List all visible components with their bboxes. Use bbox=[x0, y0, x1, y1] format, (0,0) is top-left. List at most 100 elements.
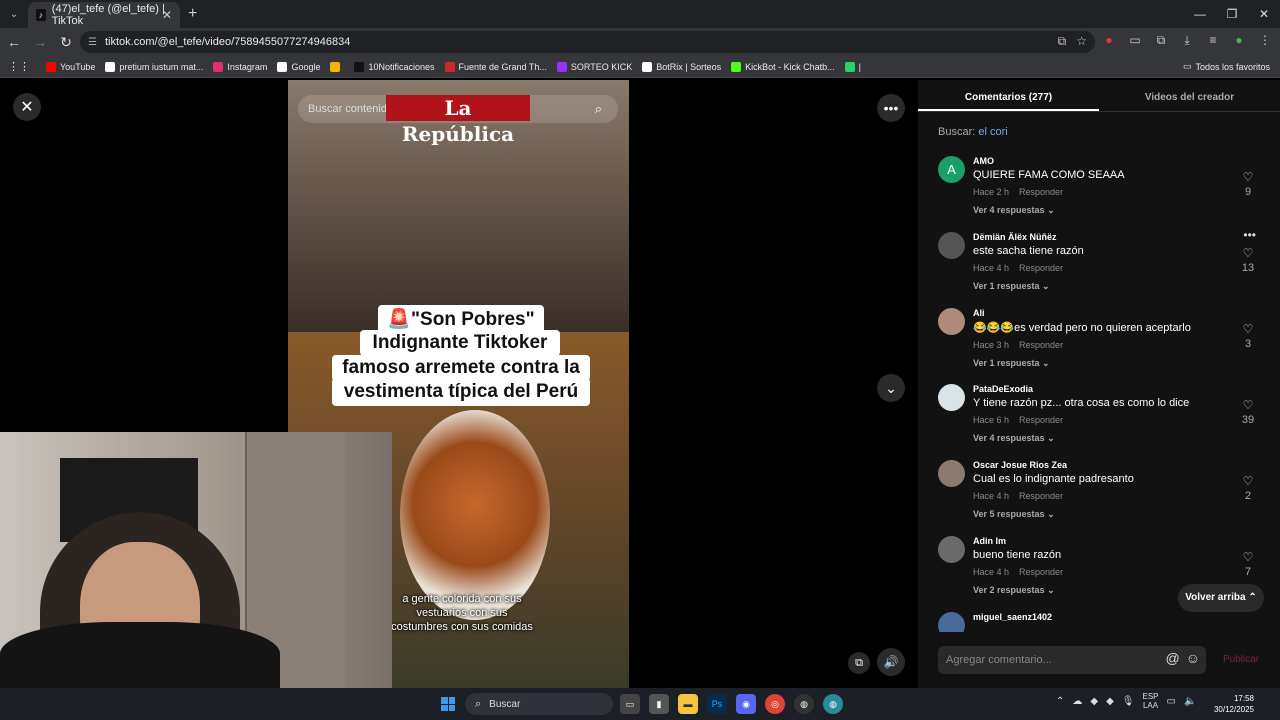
back-icon[interactable]: ← bbox=[2, 34, 26, 50]
network-icon[interactable]: ▭ bbox=[1167, 696, 1176, 707]
like-heart-icon[interactable]: ♡ bbox=[1240, 474, 1256, 488]
avatar[interactable] bbox=[938, 384, 965, 411]
onedrive-icon[interactable]: ☁ bbox=[1072, 696, 1082, 707]
clock[interactable]: 17:58 30/12/2025 bbox=[1214, 693, 1254, 715]
new-tab-icon[interactable]: + bbox=[188, 5, 197, 23]
restore-icon[interactable]: ❐ bbox=[1216, 0, 1248, 28]
search-term[interactable]: el cori bbox=[978, 126, 1007, 138]
comment-username[interactable]: PataDeExodia bbox=[973, 380, 1280, 394]
view-replies-button[interactable]: Ver 1 respuesta ⌄ bbox=[973, 281, 1280, 292]
like-heart-icon[interactable]: ♡ bbox=[1240, 398, 1256, 412]
volume-button[interactable]: 🔊 bbox=[877, 648, 905, 676]
tab-search-icon[interactable]: ⌄ bbox=[0, 0, 28, 28]
extension-red-icon[interactable]: ● bbox=[1100, 33, 1118, 48]
reply-button[interactable]: Responder bbox=[1019, 263, 1063, 273]
comment-options-icon[interactable]: ••• bbox=[1243, 228, 1256, 242]
avatar[interactable] bbox=[938, 232, 965, 259]
globe-app-icon[interactable]: ◍ bbox=[823, 694, 843, 714]
more-options-button[interactable]: ••• bbox=[877, 94, 905, 122]
next-video-button[interactable]: ⌄ bbox=[877, 374, 905, 402]
bookmark-item[interactable]: KickBot - Kick Chatb... bbox=[731, 61, 835, 72]
like-heart-icon[interactable]: ♡ bbox=[1240, 170, 1256, 184]
bookmark-item[interactable] bbox=[330, 61, 344, 72]
download-icon[interactable]: ⤓ bbox=[1178, 33, 1196, 48]
file-explorer-icon[interactable]: ▬ bbox=[678, 694, 698, 714]
pip-button[interactable]: ⧉ bbox=[848, 652, 870, 674]
comment-input[interactable]: Agregar comentario... @ ☺ bbox=[938, 646, 1206, 674]
tray-app2-icon[interactable]: ◆ bbox=[1106, 696, 1114, 707]
avatar[interactable] bbox=[938, 536, 965, 563]
back-to-top-button[interactable]: Volver arriba ⌃ bbox=[1178, 584, 1264, 612]
bookmark-item[interactable]: SORTEO KICK bbox=[556, 61, 632, 72]
folder-icon: ▭ bbox=[1182, 61, 1192, 71]
like-heart-icon[interactable]: ♡ bbox=[1240, 550, 1256, 564]
photoshop-icon[interactable]: Ps bbox=[707, 694, 727, 714]
tray-chevron-icon[interactable]: ⌃ bbox=[1056, 696, 1064, 707]
tray-app-icon[interactable]: ◆ bbox=[1090, 696, 1098, 707]
minimize-icon[interactable]: — bbox=[1184, 0, 1216, 28]
close-video-button[interactable]: ✕ bbox=[13, 93, 41, 121]
bookmark-item[interactable]: YouTube bbox=[46, 61, 95, 72]
view-replies-button[interactable]: Ver 5 respuestas ⌄ bbox=[973, 509, 1280, 520]
bookmark-item[interactable]: Google bbox=[277, 61, 320, 72]
tab-comments[interactable]: Comentarios (277) bbox=[918, 80, 1099, 111]
bookmark-item[interactable]: 10Notificaciones bbox=[354, 61, 435, 72]
taskbar-search[interactable]: ⌕ Buscar bbox=[465, 693, 613, 715]
reply-button[interactable]: Responder bbox=[1019, 187, 1063, 197]
chrome-icon[interactable]: ◎ bbox=[765, 694, 785, 714]
tab-creator-videos[interactable]: Videos del creador bbox=[1099, 80, 1280, 111]
close-tab-icon[interactable]: ✕ bbox=[162, 8, 172, 22]
avatar[interactable] bbox=[938, 612, 965, 632]
bookmark-item[interactable]: Fuente de Grand Th... bbox=[444, 61, 547, 72]
forward-icon[interactable]: → bbox=[28, 34, 52, 50]
task-view-icon[interactable]: ▭ bbox=[620, 694, 640, 714]
media-control-icon[interactable]: ≡ bbox=[1204, 33, 1222, 48]
reply-button[interactable]: Responder bbox=[1019, 340, 1063, 350]
reload-icon[interactable]: ↻ bbox=[54, 34, 78, 51]
close-window-icon[interactable]: ✕ bbox=[1248, 0, 1280, 28]
windows-start-icon[interactable] bbox=[441, 697, 455, 711]
avatar[interactable] bbox=[938, 308, 965, 335]
bookmark-item[interactable]: Instagram bbox=[213, 61, 267, 72]
like-heart-icon[interactable]: ♡ bbox=[1240, 322, 1256, 336]
extension-card-icon[interactable]: ▭ bbox=[1126, 33, 1144, 48]
reply-button[interactable]: Responder bbox=[1019, 415, 1063, 425]
url-field[interactable]: ☰ tiktok.com/@el_tefe/video/758945507727… bbox=[80, 31, 1095, 53]
view-replies-button[interactable]: Ver 4 respuestas ⌄ bbox=[973, 433, 1280, 444]
all-bookmarks[interactable]: ▭ Todos los favoritos bbox=[1183, 61, 1270, 72]
site-info-icon[interactable]: ☰ bbox=[88, 37, 97, 48]
reply-button[interactable]: Responder bbox=[1019, 567, 1063, 577]
publish-button[interactable]: Publicar bbox=[1223, 654, 1259, 665]
profile-avatar-icon[interactable]: ● bbox=[1230, 33, 1248, 48]
comment-username[interactable]: Adin lm bbox=[973, 532, 1280, 546]
obs-icon[interactable]: ◍ bbox=[794, 694, 814, 714]
search-icon[interactable]: ⌕ bbox=[595, 101, 602, 117]
comment-username[interactable]: Ali bbox=[973, 304, 1280, 318]
like-heart-icon[interactable]: ♡ bbox=[1240, 246, 1256, 260]
bookmark-star-icon[interactable]: ☆ bbox=[1076, 34, 1087, 49]
view-replies-button[interactable]: Ver 4 respuestas ⌄ bbox=[973, 205, 1280, 216]
apps-grid-icon[interactable]: ⋮⋮ bbox=[8, 60, 30, 73]
mention-icon[interactable]: @ bbox=[1165, 650, 1179, 666]
bookmark-item[interactable]: BotRix | Sorteos bbox=[642, 61, 721, 72]
install-app-icon[interactable]: ⧉ bbox=[1058, 34, 1067, 49]
reply-button[interactable]: Responder bbox=[1019, 491, 1063, 501]
speaker-icon[interactable]: 🔈 bbox=[1184, 696, 1196, 707]
emoji-icon[interactable]: ☺ bbox=[1186, 650, 1200, 666]
bookmark-item[interactable]: | bbox=[844, 61, 861, 72]
language-indicator[interactable]: ESP LAA bbox=[1143, 692, 1159, 710]
bookmark-item[interactable]: pretium iustum mat... bbox=[105, 61, 203, 72]
browser-menu-icon[interactable]: ⋮ bbox=[1256, 33, 1274, 48]
extensions-icon[interactable]: ⧉ bbox=[1152, 33, 1170, 48]
discord-icon[interactable]: ◉ bbox=[736, 694, 756, 714]
view-replies-button[interactable]: Ver 1 respuesta ⌄ bbox=[973, 358, 1280, 369]
avatar[interactable] bbox=[938, 460, 965, 487]
comment-username[interactable]: Oscar Josue Rios Zea bbox=[973, 456, 1280, 470]
comment-search[interactable]: Buscar: el cori bbox=[918, 112, 1280, 138]
browser-tab[interactable]: ♪ (47)el_tefe (@el_tefe) | TikTok ✕ bbox=[28, 2, 180, 28]
comment-username[interactable]: AMO bbox=[973, 152, 1280, 166]
mic-icon[interactable]: 🎙 bbox=[1122, 696, 1135, 707]
comment-username[interactable]: Dëmiän Älëx Nüñëz bbox=[973, 228, 1280, 242]
app-icon[interactable]: ▮ bbox=[649, 694, 669, 714]
avatar[interactable]: A bbox=[938, 156, 965, 183]
